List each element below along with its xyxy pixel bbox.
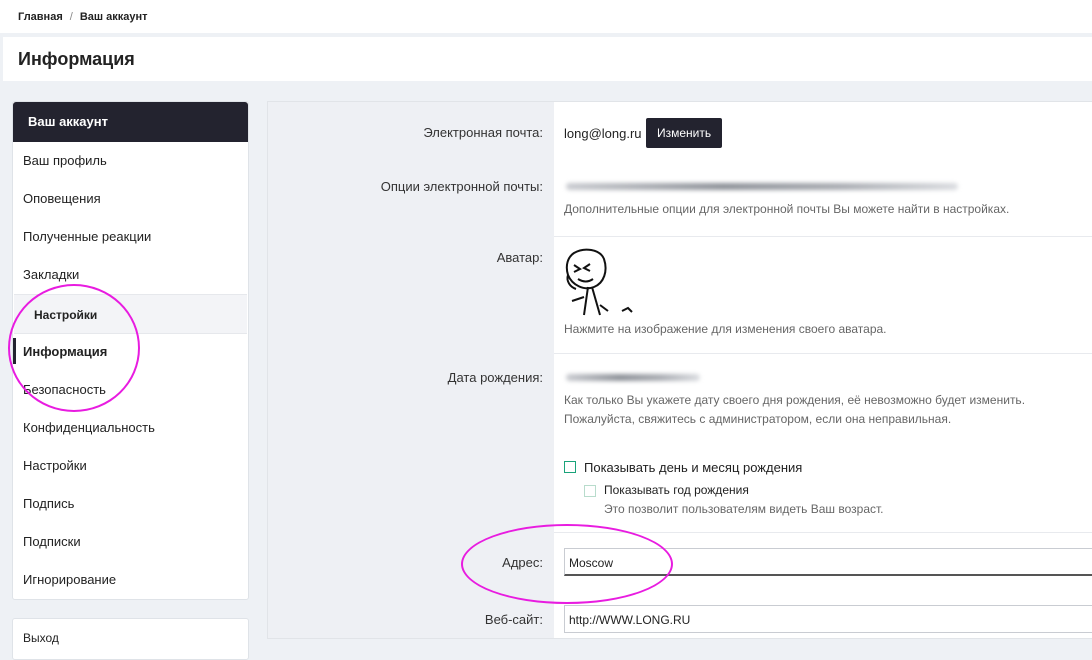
breadcrumb-current[interactable]: Ваш аккаунт	[80, 11, 148, 23]
page-title: Информация	[18, 49, 135, 69]
sidebar-header[interactable]: Ваш аккаунт	[13, 102, 248, 142]
birthdate-label: Дата рождения:	[447, 370, 543, 385]
sidebar-logout-block: Выход	[12, 618, 249, 660]
sidebar-item-signature[interactable]: Подпись	[23, 496, 74, 511]
row-divider	[554, 353, 1092, 354]
sidebar-item-alerts[interactable]: Оповещения	[23, 191, 101, 206]
avatar-hint: Нажмите на изображение для изменения сво…	[564, 322, 887, 336]
sidebar-item-reactions[interactable]: Полученные реакции	[23, 229, 151, 244]
birthdate-blurred	[566, 374, 700, 381]
breadcrumb: Главная / Ваш аккаунт	[18, 11, 148, 23]
birthdate-hint-line1: Как только Вы укажете дату своего дня ро…	[564, 393, 1026, 407]
change-email-button[interactable]: Изменить	[646, 118, 723, 148]
sidebar-item-ignoring[interactable]: Игнорирование	[23, 572, 116, 587]
email-label: Электронная почта:	[423, 125, 543, 140]
sidebar-item-profile[interactable]: Ваш профиль	[23, 153, 107, 168]
email-options-label: Опции электронной почты:	[380, 179, 543, 194]
email-options-hint: Дополнительные опции для электронной поч…	[564, 202, 1010, 216]
sidebar-item-preferences[interactable]: Настройки	[23, 458, 87, 473]
show-day-month-label[interactable]: Показывать день и месяц рождения	[584, 460, 802, 475]
show-year-checkbox[interactable]	[584, 485, 596, 497]
sidebar-item-privacy[interactable]: Конфиденциальность	[23, 420, 155, 435]
row-divider	[554, 236, 1092, 237]
sidebar-item-following[interactable]: Подписки	[23, 534, 81, 549]
highlight-circle-settings	[8, 284, 140, 412]
breadcrumb-home[interactable]: Главная	[18, 11, 63, 23]
website-label: Веб-сайт:	[484, 612, 543, 627]
avatar-drawing-icon	[565, 248, 633, 316]
website-input[interactable]: http://WWW.LONG.RU	[564, 605, 1092, 633]
show-year-hint: Это позволит пользователям видеть Ваш во…	[604, 502, 884, 516]
highlight-circle-address	[461, 524, 673, 604]
title-bar: Информация	[3, 37, 1092, 81]
show-year-label[interactable]: Показывать год рождения	[604, 483, 749, 497]
email-options-blurred	[566, 183, 958, 190]
account-details-form: Электронная почта: long@long.ru Изменить…	[267, 101, 1092, 639]
email-value: long@long.ru	[564, 126, 642, 141]
birthdate-hint-line2: Пожалуйста, свяжитесь с администратором,…	[564, 412, 952, 426]
avatar-image[interactable]	[560, 245, 640, 317]
sidebar-item-logout[interactable]: Выход	[23, 631, 59, 645]
show-day-month-checkbox[interactable]	[564, 461, 576, 473]
breadcrumb-separator: /	[69, 11, 73, 23]
top-bar: Главная / Ваш аккаунт	[0, 0, 1092, 33]
sidebar-item-bookmarks[interactable]: Закладки	[23, 267, 79, 282]
avatar-label: Аватар:	[496, 250, 543, 265]
